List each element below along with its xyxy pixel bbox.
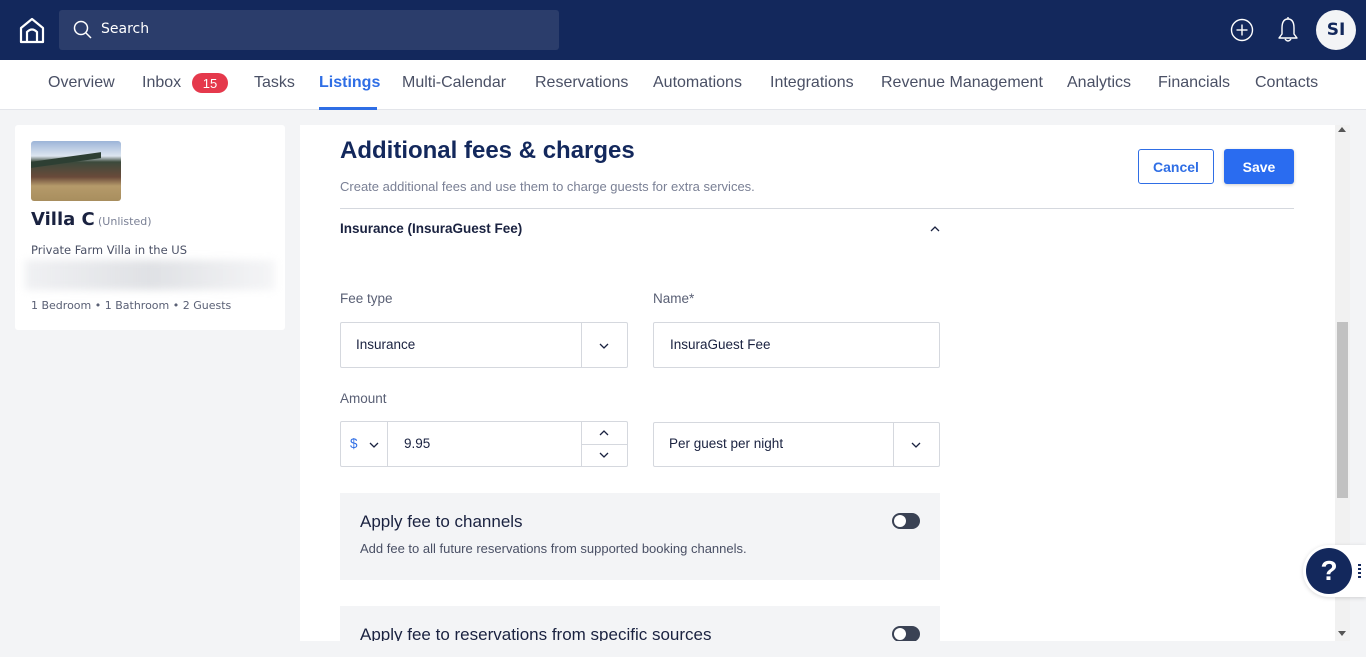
apply-fee-channels-panel: Apply fee to channels Add fee to all fut… bbox=[340, 493, 940, 580]
fees-editor: Additional fees & charges Create additio… bbox=[300, 125, 1335, 641]
select-separator bbox=[581, 323, 582, 367]
scroll-down-arrow-icon[interactable] bbox=[1338, 631, 1346, 636]
nav-reservations[interactable]: Reservations bbox=[535, 74, 628, 92]
amount-input-group: $ 9.95 bbox=[340, 421, 628, 467]
nav-financials[interactable]: Financials bbox=[1158, 74, 1230, 92]
nav-revenue-management[interactable]: Revenue Management bbox=[881, 74, 1043, 92]
nav-automations[interactable]: Automations bbox=[653, 74, 742, 92]
name-input[interactable]: InsuraGuest Fee bbox=[653, 322, 940, 368]
chevron-down-icon bbox=[599, 343, 609, 349]
panel-title: Apply fee to reservations from specific … bbox=[360, 625, 712, 641]
currency-separator bbox=[387, 422, 388, 466]
nav-integrations[interactable]: Integrations bbox=[770, 74, 854, 92]
divider bbox=[340, 208, 1294, 209]
listing-card[interactable]: Villa C (Unlisted) Private Farm Villa in… bbox=[15, 125, 285, 330]
inbox-count-badge: 15 bbox=[192, 73, 228, 93]
nav-multi-calendar[interactable]: Multi-Calendar bbox=[402, 74, 506, 92]
page-title: Additional fees & charges bbox=[340, 137, 635, 164]
listing-description: Private Farm Villa in the US bbox=[31, 243, 188, 257]
stepper-mid-divider bbox=[581, 444, 627, 445]
nav-inbox[interactable]: Inbox bbox=[142, 74, 181, 92]
top-bar: Search SI bbox=[0, 0, 1366, 60]
panel-description: Add fee to all future reservations from … bbox=[360, 541, 747, 556]
name-label: Name* bbox=[653, 291, 695, 306]
apply-fee-sources-panel: Apply fee to reservations from specific … bbox=[340, 606, 940, 641]
chevron-up-icon[interactable] bbox=[928, 224, 942, 234]
fee-type-select[interactable]: Insurance bbox=[340, 322, 628, 368]
nav-listings[interactable]: Listings bbox=[319, 74, 380, 92]
help-widget: ? bbox=[1303, 545, 1366, 597]
cancel-button[interactable]: Cancel bbox=[1138, 149, 1214, 184]
bell-icon[interactable] bbox=[1276, 16, 1300, 44]
home-icon[interactable] bbox=[18, 16, 46, 44]
user-avatar[interactable]: SI bbox=[1316, 10, 1356, 50]
more-vertical-icon[interactable] bbox=[1358, 564, 1361, 578]
search-bar[interactable]: Search bbox=[59, 10, 559, 50]
help-button[interactable]: ? bbox=[1306, 548, 1352, 594]
fee-type-value: Insurance bbox=[356, 337, 416, 352]
listing-meta: 1 Bedroom • 1 Bathroom • 2 Guests bbox=[31, 299, 232, 312]
panel-title: Apply fee to channels bbox=[360, 512, 523, 531]
apply-fee-sources-toggle[interactable] bbox=[892, 626, 920, 641]
amount-label: Amount bbox=[340, 391, 387, 406]
name-value: InsuraGuest Fee bbox=[670, 337, 771, 352]
nav-overview[interactable]: Overview bbox=[48, 74, 115, 92]
scrollbar-thumb[interactable] bbox=[1337, 322, 1348, 498]
currency-select[interactable]: $ bbox=[350, 436, 358, 451]
frequency-value: Per guest per night bbox=[669, 436, 784, 451]
page-subtitle: Create additional fees and use them to c… bbox=[340, 179, 755, 194]
search-icon bbox=[73, 20, 92, 39]
main-nav: Overview Inbox 15 Tasks Listings Multi-C… bbox=[0, 60, 1366, 110]
currency-chevron-down-icon[interactable] bbox=[368, 441, 380, 449]
listing-status: (Unlisted) bbox=[98, 215, 152, 228]
chevron-down-icon bbox=[911, 442, 921, 448]
plus-circle-icon[interactable] bbox=[1230, 18, 1254, 42]
fee-section-title[interactable]: Insurance (InsuraGuest Fee) bbox=[340, 221, 522, 236]
nav-contacts[interactable]: Contacts bbox=[1255, 74, 1318, 92]
fee-type-label: Fee type bbox=[340, 291, 393, 306]
select-separator bbox=[893, 423, 894, 466]
listing-name: Villa C bbox=[31, 209, 95, 230]
blurred-address bbox=[25, 260, 275, 290]
decrement-chevron-down-icon[interactable] bbox=[598, 451, 610, 459]
increment-chevron-up-icon[interactable] bbox=[598, 429, 610, 437]
save-button[interactable]: Save bbox=[1224, 149, 1294, 184]
search-placeholder: Search bbox=[101, 21, 150, 37]
nav-analytics[interactable]: Analytics bbox=[1067, 74, 1131, 92]
apply-fee-channels-toggle[interactable] bbox=[892, 513, 920, 529]
listing-photo bbox=[31, 141, 121, 201]
frequency-select[interactable]: Per guest per night bbox=[653, 422, 940, 467]
amount-input[interactable]: 9.95 bbox=[404, 436, 430, 451]
nav-tasks[interactable]: Tasks bbox=[254, 74, 295, 92]
scroll-up-arrow-icon[interactable] bbox=[1338, 127, 1346, 132]
active-tab-indicator bbox=[319, 107, 377, 110]
